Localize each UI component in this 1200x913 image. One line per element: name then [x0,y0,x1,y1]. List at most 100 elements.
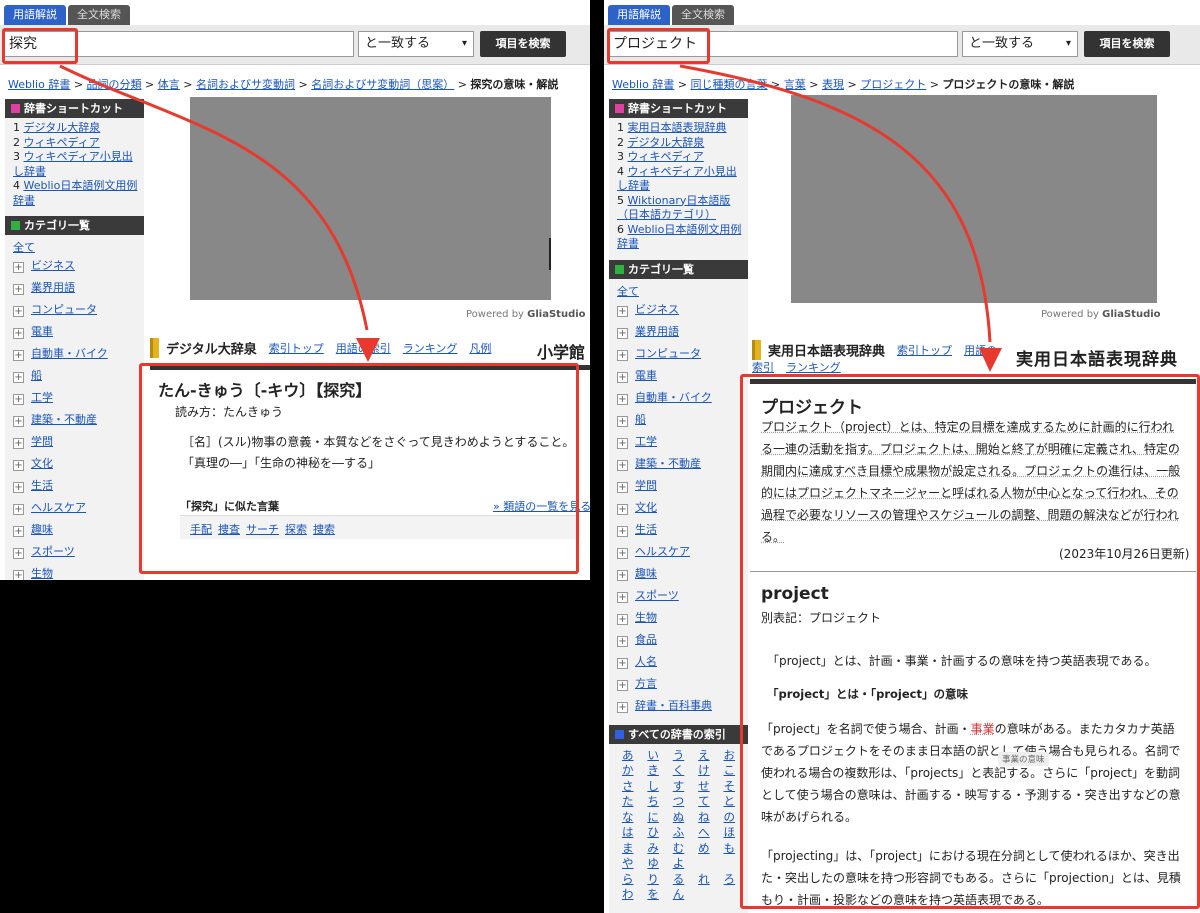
expand-icon[interactable]: + [617,305,628,317]
kana-link[interactable]: こ [717,763,742,779]
kana-link[interactable]: ち [640,794,665,810]
breadcrumb-link[interactable]: 品詞の分類 [87,78,142,91]
kana-link[interactable]: お [717,748,742,764]
category-link[interactable]: 学問 [635,479,657,492]
kana-link[interactable]: た [615,794,640,810]
expand-icon[interactable]: + [617,503,628,515]
kana-link[interactable]: て [691,794,716,810]
category-link[interactable]: 電車 [31,325,53,338]
expand-icon[interactable]: + [13,262,24,273]
kana-link[interactable]: ね [691,810,716,826]
expand-icon[interactable]: + [617,547,628,559]
dict-link[interactable]: ランキング [786,361,841,374]
kana-link[interactable] [717,887,742,903]
expand-icon[interactable]: + [13,438,24,449]
expand-icon[interactable]: + [617,525,628,537]
kana-link[interactable]: ほ [717,825,742,841]
shortcut-link[interactable]: ウィキペディア小見出し辞書 [13,150,133,178]
shortcut-link[interactable]: Weblio日本語例文用例辞書 [617,223,741,251]
match-select[interactable]: と一致する ▾ [962,31,1078,57]
category-link[interactable]: 人名 [635,655,657,668]
category-link[interactable]: コンピュータ [635,347,701,360]
kana-link[interactable]: あ [615,748,640,764]
category-link[interactable]: 文化 [635,501,657,514]
dict-link[interactable]: 索引トップ [269,342,324,355]
breadcrumb-link[interactable]: プロジェクト [860,78,926,91]
category-link[interactable]: 工学 [31,391,53,404]
kana-link[interactable]: み [640,841,665,857]
expand-icon[interactable]: + [13,284,24,295]
dict-link[interactable]: 索引トップ [897,344,952,357]
kana-link[interactable]: う [666,748,691,764]
expand-icon[interactable]: + [13,460,24,471]
kana-link[interactable]: そ [717,779,742,795]
dict-link[interactable]: ランキング [403,342,458,355]
tab-term[interactable]: 用語解説 [4,5,66,25]
dict-link[interactable]: 凡例 [469,342,491,355]
kana-link[interactable]: は [615,825,640,841]
category-link[interactable]: 生物 [31,567,53,580]
shortcut-link[interactable]: Weblio日本語例文用例辞書 [13,179,137,207]
ad-video[interactable] [190,97,551,300]
category-link[interactable]: ビジネス [31,259,75,272]
breadcrumb-link[interactable]: 言葉 [784,78,806,91]
shortcut-link[interactable]: ウィキペディア [628,150,704,163]
kana-link[interactable]: も [717,841,742,857]
expand-icon[interactable]: + [617,679,628,691]
category-link[interactable]: 電車 [635,369,657,382]
kana-link[interactable]: の [717,810,742,826]
expand-icon[interactable]: + [13,394,24,405]
breadcrumb-link[interactable]: 表現 [822,78,844,91]
kana-link[interactable]: か [615,763,640,779]
category-link[interactable]: 辞書・百科事典 [635,699,712,712]
expand-icon[interactable]: + [617,349,628,361]
expand-icon[interactable]: + [13,548,24,559]
expand-icon[interactable]: + [617,591,628,603]
category-all-link[interactable]: 全て [13,241,35,254]
dict-link[interactable]: 用語の [964,344,997,357]
kana-link[interactable] [691,887,716,903]
kana-link[interactable]: ら [615,872,640,888]
kana-link[interactable]: せ [691,779,716,795]
category-link[interactable]: スポーツ [635,589,679,602]
search-button[interactable]: 項目を検索 [480,31,566,57]
expand-icon[interactable]: + [617,569,628,581]
breadcrumb-link[interactable]: Weblio 辞書 [612,78,674,91]
category-link[interactable]: 業界用語 [31,281,75,294]
search-button[interactable]: 項目を検索 [1084,31,1170,57]
kana-link[interactable]: り [640,872,665,888]
category-link[interactable]: ヘルスケア [31,501,86,514]
kana-link[interactable]: よ [666,856,691,872]
tab-fulltext[interactable]: 全文検索 [672,5,734,25]
kana-link[interactable] [717,856,742,872]
shortcut-link[interactable]: 実用日本語表現辞典 [628,121,727,134]
category-link[interactable]: 生物 [635,611,657,624]
expand-icon[interactable]: + [13,526,24,537]
category-link[interactable]: 工学 [635,435,657,448]
category-link[interactable]: 建築・不動産 [31,413,97,426]
category-link[interactable]: 趣味 [31,523,53,536]
breadcrumb-link[interactable]: 体言 [158,78,180,91]
expand-icon[interactable]: + [13,416,24,427]
kana-link[interactable]: へ [691,825,716,841]
expand-icon[interactable]: + [13,504,24,515]
shortcut-link[interactable]: ウィキペディア小見出し辞書 [617,165,737,193]
category-link[interactable]: コンピュータ [31,303,97,316]
kana-link[interactable]: ま [615,841,640,857]
category-link[interactable]: 方言 [635,677,657,690]
expand-icon[interactable]: + [617,437,628,449]
kana-link[interactable]: い [640,748,665,764]
kana-link[interactable]: え [691,748,716,764]
category-link[interactable]: 生活 [31,479,53,492]
kana-link[interactable]: け [691,763,716,779]
breadcrumb-link[interactable]: 同じ種類の言葉 [691,78,768,91]
shortcut-link[interactable]: デジタル大辞泉 [24,121,101,134]
expand-icon[interactable]: + [617,657,628,669]
category-link[interactable]: 趣味 [635,567,657,580]
category-link[interactable]: 船 [635,413,646,426]
shortcut-link[interactable]: デジタル大辞泉 [628,136,705,149]
expand-icon[interactable]: + [617,393,628,405]
kana-link[interactable]: ふ [666,825,691,841]
category-link[interactable]: 船 [31,369,42,382]
tab-fulltext[interactable]: 全文検索 [68,5,130,25]
